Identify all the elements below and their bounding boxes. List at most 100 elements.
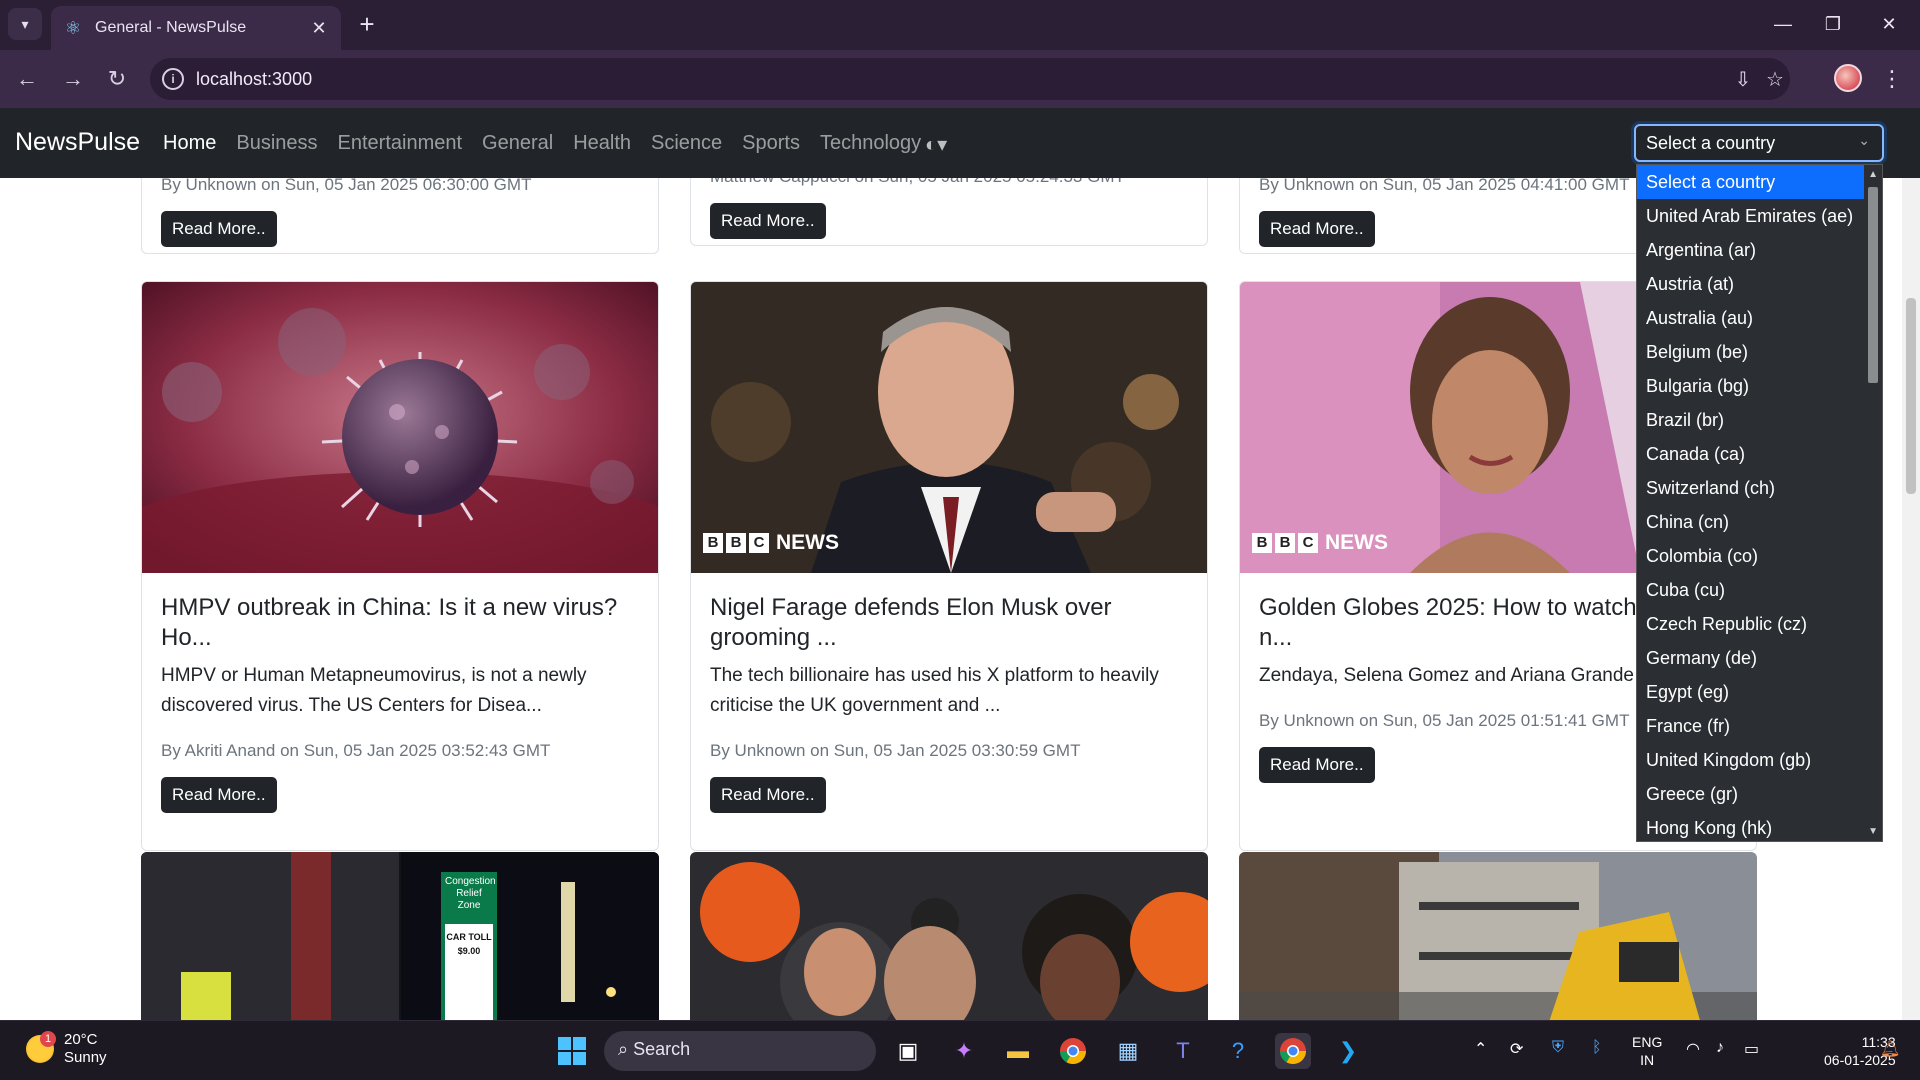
page-scrollbar-thumb[interactable]	[1906, 298, 1916, 494]
bluetooth-icon[interactable]: ᛒ	[1592, 1039, 1602, 1057]
card-image	[690, 852, 1208, 1020]
app-navbar: NewsPulse Home Business Entertainment Ge…	[0, 108, 1920, 178]
dropdown-scrollbar-thumb[interactable]	[1868, 187, 1878, 383]
country-option[interactable]: Belgium (be)	[1637, 335, 1864, 369]
news-card: Congestion Relief Zone CAR TOLL $9.00	[141, 852, 659, 1020]
read-more-button[interactable]: Read More..	[161, 777, 277, 813]
country-option[interactable]: Switzerland (ch)	[1637, 471, 1864, 505]
close-window-button[interactable]: ✕	[1866, 8, 1912, 40]
language-code: ENG	[1632, 1034, 1663, 1050]
vscode-icon[interactable]: ❯	[1330, 1033, 1366, 1069]
page-scrollbar[interactable]	[1902, 178, 1920, 1020]
read-more-button[interactable]: Read More..	[1259, 747, 1375, 783]
nav-link-general[interactable]: General	[482, 132, 553, 155]
nav-links: Home Business Entertainment General Heal…	[163, 132, 921, 155]
country-option[interactable]: Select a country	[1637, 165, 1864, 199]
country-option[interactable]: Colombia (co)	[1637, 539, 1864, 573]
minimize-button[interactable]: —	[1760, 8, 1806, 40]
store-icon[interactable]: ▦	[1110, 1033, 1146, 1069]
country-option[interactable]: United Arab Emirates (ae)	[1637, 199, 1864, 233]
wifi-icon[interactable]: ◠	[1686, 1039, 1700, 1059]
country-option[interactable]: Greece (gr)	[1637, 777, 1864, 811]
new-tab-button[interactable]: +	[352, 10, 382, 40]
country-option[interactable]: Argentina (ar)	[1637, 233, 1864, 267]
tab-search-button[interactable]: ▾	[8, 8, 42, 40]
country-option[interactable]: Germany (de)	[1637, 641, 1864, 675]
country-option[interactable]: Canada (ca)	[1637, 437, 1864, 471]
news-card: HMPV outbreak in China: Is it a new viru…	[141, 281, 659, 851]
card-text: The tech billionaire has used his X plat…	[710, 665, 1159, 716]
read-more-button[interactable]: Read More..	[161, 211, 277, 247]
weather-widget[interactable]: 1 20°C Sunny	[26, 1031, 107, 1067]
help-icon[interactable]: ?	[1220, 1033, 1256, 1069]
country-option[interactable]: Bulgaria (bg)	[1637, 369, 1864, 403]
sign-text: CAR TOLL	[446, 932, 492, 942]
country-option[interactable]: Australia (au)	[1637, 301, 1864, 335]
back-arrow-icon[interactable]: ←	[10, 62, 44, 96]
sign-text: Congestion	[445, 876, 496, 887]
task-view-icon[interactable]: ▣	[890, 1033, 926, 1069]
nav-link-home[interactable]: Home	[163, 132, 216, 155]
copilot-icon[interactable]: ✦	[946, 1033, 982, 1069]
security-shield-icon[interactable]: ⛨	[1552, 1039, 1564, 1057]
nav-link-business[interactable]: Business	[236, 132, 317, 155]
country-option[interactable]: China (cn)	[1637, 505, 1864, 539]
nav-link-entertainment[interactable]: Entertainment	[338, 132, 463, 155]
nav-link-sports[interactable]: Sports	[742, 132, 800, 155]
nav-link-technology[interactable]: Technology	[820, 132, 921, 155]
profile-avatar[interactable]	[1834, 64, 1862, 92]
sign-text: Relief	[456, 888, 482, 899]
install-app-icon[interactable]: ⇩	[1730, 68, 1756, 92]
chevron-down-icon: ⌄	[1858, 132, 1870, 148]
country-option[interactable]: Egypt (eg)	[1637, 675, 1864, 709]
volume-icon[interactable]: ♪	[1716, 1039, 1724, 1057]
sync-icon[interactable]: ⟳	[1510, 1039, 1523, 1059]
address-bar[interactable]: i localhost:3000 ⇩ ☆	[150, 58, 1790, 100]
forward-arrow-icon[interactable]: →	[56, 62, 90, 96]
theme-toggle-icon[interactable]: ◐▾	[925, 132, 947, 157]
scroll-up-icon[interactable]: ▲	[1868, 169, 1878, 180]
read-more-button[interactable]: Read More..	[710, 203, 826, 239]
country-dropdown-list[interactable]: Select a country United Arab Emirates (a…	[1636, 164, 1883, 842]
search-label: Search	[633, 1039, 691, 1059]
file-explorer-icon[interactable]: ▬	[1000, 1033, 1036, 1069]
tab-close-icon[interactable]: ✕	[309, 18, 329, 39]
notification-badge: 1	[40, 1031, 56, 1047]
restore-button[interactable]: ❐	[1810, 8, 1856, 40]
browser-tab-active[interactable]: ⚛ General - NewsPulse ✕	[51, 6, 341, 50]
dropdown-scrollbar[interactable]: ▲ ▼	[1864, 165, 1882, 841]
country-option[interactable]: Hong Kong (hk)	[1637, 811, 1864, 841]
country-option[interactable]: Austria (at)	[1637, 267, 1864, 301]
address-url[interactable]: localhost:3000	[196, 69, 312, 90]
browser-menu-icon[interactable]: ⋮	[1880, 62, 1904, 96]
country-select[interactable]: Select a country ⌄	[1634, 124, 1884, 162]
windows-start-icon[interactable]	[554, 1033, 590, 1069]
taskbar-search[interactable]: ⌕ Search	[604, 1031, 876, 1071]
country-option[interactable]: Czech Republic (cz)	[1637, 607, 1864, 641]
scroll-down-icon[interactable]: ▼	[1868, 826, 1878, 837]
card-meta: Matthew Cappucci on Sun, 05 Jan 2025 05:…	[710, 178, 1188, 187]
nav-link-health[interactable]: Health	[573, 132, 631, 155]
language-indicator[interactable]: ENG IN	[1632, 1033, 1662, 1069]
card-meta: By Akriti Anand on Sun, 05 Jan 2025 03:5…	[161, 741, 551, 760]
site-info-icon[interactable]: i	[162, 68, 184, 90]
chrome-icon[interactable]	[1055, 1033, 1091, 1069]
country-option[interactable]: United Kingdom (gb)	[1637, 743, 1864, 777]
card-image: Congestion Relief Zone CAR TOLL $9.00	[141, 852, 659, 1020]
brand-logo[interactable]: NewsPulse	[15, 128, 140, 157]
reload-icon[interactable]: ↻	[100, 62, 134, 96]
battery-icon[interactable]: ▭	[1744, 1039, 1759, 1059]
teams-icon[interactable]: T	[1165, 1033, 1201, 1069]
read-more-button[interactable]: Read More..	[1259, 211, 1375, 247]
country-option[interactable]: Cuba (cu)	[1637, 573, 1864, 607]
nav-link-science[interactable]: Science	[651, 132, 722, 155]
react-favicon-icon: ⚛	[64, 17, 82, 38]
bookmark-star-icon[interactable]: ☆	[1762, 68, 1788, 92]
tray-overflow-icon[interactable]: ⌃	[1474, 1039, 1487, 1059]
notification-bell-icon[interactable]: 🔔︎	[1880, 1039, 1900, 1059]
country-option[interactable]: France (fr)	[1637, 709, 1864, 743]
news-card: B B C NEWS Nigel Farage defends Elon Musk o…	[690, 281, 1208, 851]
read-more-button[interactable]: Read More..	[710, 777, 826, 813]
chrome-profile-icon[interactable]	[1275, 1033, 1311, 1069]
country-option[interactable]: Brazil (br)	[1637, 403, 1864, 437]
